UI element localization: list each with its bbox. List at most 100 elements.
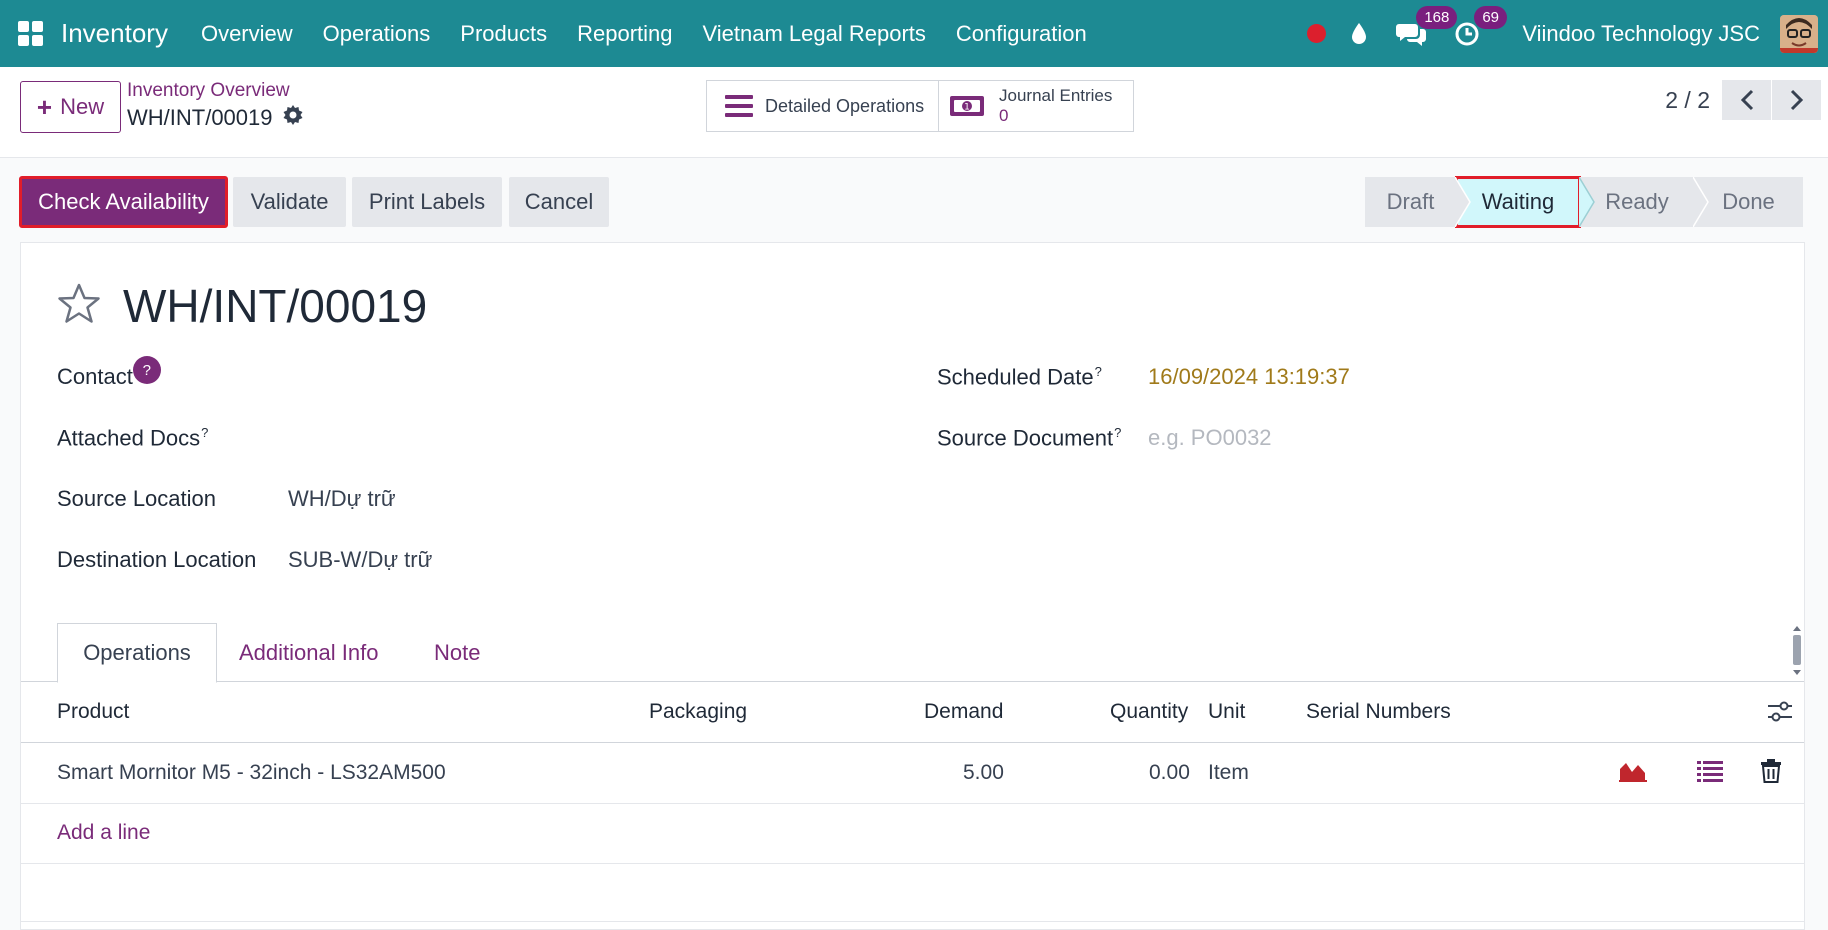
stage-draft-label: Draft bbox=[1386, 189, 1435, 214]
scrollbar-thumb[interactable] bbox=[1793, 635, 1801, 665]
attached-docs-help[interactable]: ? bbox=[201, 425, 208, 440]
contact-help-icon[interactable]: ? bbox=[132, 356, 161, 384]
divider bbox=[21, 863, 1804, 864]
stage-waiting-label: Waiting bbox=[1481, 189, 1555, 214]
breadcrumb-current-label: WH/INT/00019 bbox=[127, 105, 273, 130]
pager-previous-button[interactable] bbox=[1722, 80, 1771, 120]
company-switcher[interactable]: Viindoo Technology JSC bbox=[1522, 21, 1760, 47]
new-button[interactable]: + New bbox=[20, 81, 121, 133]
stage-done-label: Done bbox=[1722, 189, 1775, 214]
column-product[interactable]: Product bbox=[57, 700, 129, 724]
status-bar: Check Availability Validate Print Labels… bbox=[0, 158, 1828, 242]
notebook-tabs: Operations Additional Info Note bbox=[21, 623, 1804, 683]
messages-count-badge: 168 bbox=[1416, 5, 1458, 29]
apps-menu-icon[interactable] bbox=[0, 0, 61, 67]
stage-draft[interactable]: Draft bbox=[1365, 177, 1471, 227]
pager-next-button[interactable] bbox=[1772, 80, 1821, 120]
chevron-left-icon bbox=[1740, 89, 1753, 111]
source-document-label: Source Document bbox=[937, 425, 1114, 451]
menu-overview[interactable]: Overview bbox=[186, 0, 308, 67]
tab-additional-info[interactable]: Additional Info bbox=[239, 623, 378, 682]
column-settings-icon[interactable] bbox=[1768, 701, 1792, 729]
menu-products[interactable]: Products bbox=[445, 0, 562, 67]
journal-entries-button[interactable]: 1 Journal Entries 0 bbox=[938, 80, 1134, 132]
source-document-field: Source Document? bbox=[937, 425, 1121, 451]
source-location-field: Source Location bbox=[57, 486, 216, 512]
forecast-chart-icon[interactable] bbox=[1619, 759, 1647, 789]
star-icon[interactable] bbox=[57, 283, 101, 330]
attached-docs-label: Attached Docs bbox=[57, 425, 201, 451]
app-name[interactable]: Inventory bbox=[61, 18, 168, 49]
stage-ready-label: Ready bbox=[1605, 189, 1669, 214]
column-demand[interactable]: Demand bbox=[924, 700, 1003, 724]
operations-table-header: Product Packaging Demand Quantity Unit S… bbox=[21, 683, 1804, 743]
detailed-operations-label: Detailed Operations bbox=[765, 95, 925, 116]
add-a-line-link[interactable]: Add a line bbox=[57, 821, 150, 845]
source-location-value[interactable]: WH/Dự trữ bbox=[288, 486, 396, 512]
tab-note[interactable]: Note bbox=[434, 623, 480, 682]
row-unit[interactable]: Item bbox=[1208, 761, 1249, 785]
row-demand[interactable]: 5.00 bbox=[963, 761, 1004, 785]
column-quantity[interactable]: Quantity bbox=[1110, 700, 1188, 724]
contact-label: Contact bbox=[57, 364, 133, 389]
scheduled-date-help[interactable]: ? bbox=[1095, 364, 1102, 379]
breadcrumb-parent-link[interactable]: Inventory Overview bbox=[127, 80, 290, 102]
stage-done[interactable]: Done bbox=[1694, 177, 1803, 227]
stage-ready[interactable]: Ready bbox=[1580, 177, 1709, 227]
money-bill-icon: 1 bbox=[949, 94, 985, 118]
list-icon bbox=[725, 94, 753, 118]
activities-count-badge: 69 bbox=[1474, 5, 1507, 29]
activities-clock-icon[interactable]: 69 bbox=[1454, 5, 1507, 49]
new-button-label: New bbox=[60, 94, 105, 119]
plus-icon: + bbox=[36, 91, 53, 122]
control-panel: + New Inventory Overview WH/INT/00019 De… bbox=[0, 67, 1828, 158]
messages-icon[interactable]: 168 bbox=[1396, 5, 1458, 49]
row-product[interactable]: Smart Mornitor M5 - 32inch - LS32AM500 bbox=[57, 761, 446, 785]
journal-entries-count: 0 bbox=[999, 106, 1009, 125]
scheduled-date-value[interactable]: 16/09/2024 13:19:37 bbox=[1148, 364, 1350, 390]
pager-value[interactable]: 2 / 2 bbox=[1665, 87, 1710, 114]
cancel-button[interactable]: Cancel bbox=[509, 177, 609, 227]
user-avatar[interactable] bbox=[1780, 14, 1818, 53]
detailed-operations-list-icon[interactable] bbox=[1697, 759, 1723, 789]
contact-field: Contact? bbox=[57, 356, 161, 390]
breadcrumb-current: WH/INT/00019 bbox=[127, 105, 303, 131]
form-sheet: WH/INT/00019 Contact? Attached Docs? Sou… bbox=[20, 242, 1805, 930]
stage-waiting[interactable]: Waiting bbox=[1455, 176, 1595, 228]
gear-icon[interactable] bbox=[283, 105, 303, 131]
menu-reporting[interactable]: Reporting bbox=[562, 0, 687, 67]
drop-icon[interactable] bbox=[1350, 19, 1368, 49]
scrollbar[interactable] bbox=[1790, 623, 1804, 678]
menu-vietnam-legal-reports[interactable]: Vietnam Legal Reports bbox=[687, 0, 940, 67]
source-document-input[interactable]: e.g. PO0032 bbox=[1148, 425, 1272, 451]
validate-button[interactable]: Validate bbox=[233, 177, 346, 227]
attached-docs-field: Attached Docs? bbox=[57, 425, 208, 451]
detailed-operations-button[interactable]: Detailed Operations bbox=[706, 80, 939, 132]
menu-configuration[interactable]: Configuration bbox=[941, 0, 1102, 67]
source-document-help[interactable]: ? bbox=[1114, 425, 1121, 440]
scheduled-date-label: Scheduled Date bbox=[937, 364, 1094, 390]
column-packaging[interactable]: Packaging bbox=[649, 700, 747, 724]
table-row[interactable]: Smart Mornitor M5 - 32inch - LS32AM500 5… bbox=[21, 744, 1804, 804]
svg-text:1: 1 bbox=[964, 103, 970, 113]
top-navbar: Inventory Overview Operations Products R… bbox=[0, 0, 1828, 67]
delete-trash-icon[interactable] bbox=[1761, 759, 1781, 789]
print-labels-button[interactable]: Print Labels bbox=[352, 177, 502, 227]
journal-entries-label: Journal Entries bbox=[999, 86, 1113, 105]
record-dot-icon[interactable] bbox=[1307, 24, 1327, 43]
chevron-right-icon bbox=[1790, 89, 1803, 111]
stage-pipeline: Draft Waiting Ready Done bbox=[1365, 176, 1803, 228]
divider bbox=[21, 921, 1804, 922]
row-quantity[interactable]: 0.00 bbox=[1149, 761, 1190, 785]
record-title-row: WH/INT/00019 bbox=[57, 279, 427, 333]
check-availability-button[interactable]: Check Availability bbox=[19, 176, 228, 228]
column-unit[interactable]: Unit bbox=[1208, 700, 1245, 724]
tab-operations[interactable]: Operations bbox=[57, 623, 217, 683]
destination-location-value[interactable]: SUB-W/Dự trữ bbox=[288, 547, 432, 573]
scheduled-date-field: Scheduled Date? bbox=[937, 364, 1102, 390]
column-serial-numbers[interactable]: Serial Numbers bbox=[1306, 700, 1451, 724]
menu-operations[interactable]: Operations bbox=[308, 0, 446, 67]
source-location-label: Source Location bbox=[57, 486, 216, 511]
destination-location-label: Destination Location bbox=[57, 547, 257, 572]
record-title: WH/INT/00019 bbox=[123, 280, 428, 332]
